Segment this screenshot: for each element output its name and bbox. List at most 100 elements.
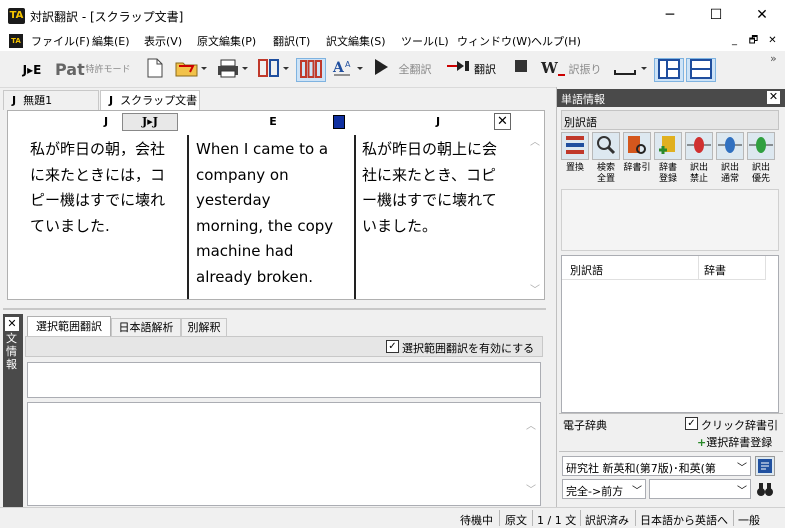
two-column-icon[interactable] <box>256 58 292 82</box>
three-column-icon[interactable] <box>296 58 326 82</box>
tab-untitled[interactable]: J 無題1 <box>3 90 99 110</box>
maximize-button[interactable]: ☐ <box>693 0 739 31</box>
mdi-close-button[interactable]: ✕ <box>764 34 781 48</box>
search-replace-label: 検索 全置 <box>596 163 615 184</box>
divider <box>559 451 783 452</box>
doc-icon[interactable]: TA <box>9 34 23 48</box>
english-text-cell[interactable]: When I came to a company on yesterday mo… <box>196 137 333 290</box>
source-column-header: J <box>103 115 109 128</box>
source-text-cell[interactable]: 私が昨日の朝，会社 に来たときには，コ ピー機はすでに壊れ ていました. <box>30 137 165 239</box>
horizontal-splitter[interactable] <box>3 308 546 310</box>
menu-view[interactable]: 表示(V) <box>144 33 182 49</box>
menu-tools[interactable]: ツール(L) <box>401 33 449 49</box>
back-translation-cell[interactable]: 私が昨日の朝上に会 社に来たとき、コピ ー機はすでに壊れて いました。 <box>362 137 497 239</box>
chevron-down-icon: ﹀ <box>632 486 642 497</box>
dictionary-column-header[interactable]: 辞書 <box>704 262 726 278</box>
close-word-panel-icon[interactable]: ✕ <box>767 91 780 104</box>
close-panel-icon[interactable]: ✕ <box>5 317 19 331</box>
menu-file[interactable]: ファイル(F) <box>31 33 90 49</box>
chevron-down-icon: ﹀ <box>737 463 747 474</box>
patent-icon[interactable]: Pat <box>55 58 85 82</box>
svg-text:A: A <box>332 60 345 76</box>
stop-icon[interactable] <box>511 58 531 82</box>
click-lookup-label: クリック辞書引 <box>701 419 778 432</box>
alt-words-header: 別訳語 <box>561 110 779 130</box>
alt-words-list[interactable]: 別訳語 辞書 <box>561 255 779 413</box>
menu-bar: TA ファイル(F) 編集(E) 表示(V) 原文編集(P) 翻訳(T) 訳文編… <box>0 31 785 51</box>
bookmark-icon[interactable] <box>333 115 345 129</box>
menu-window[interactable]: ウィンドウ(W) <box>457 33 531 49</box>
enable-selection-checkbox[interactable]: ✓ <box>386 340 399 353</box>
patent-mode-button[interactable]: 特許モード <box>83 58 133 82</box>
document-scrollbar[interactable]: ︿ ﹀ <box>526 131 544 299</box>
replace-label: 置換 <box>565 163 584 173</box>
mdi-restore-button[interactable]: 🗗 <box>745 34 762 48</box>
edict-search-input[interactable]: ﹀ <box>649 479 751 499</box>
search-replace-icon[interactable] <box>592 132 620 160</box>
toolbar: J▸E Pat 特許モード AA 全翻訳 翻訳 W 訳振り » <box>0 52 785 88</box>
new-document-icon[interactable] <box>144 58 166 82</box>
binoculars-icon[interactable] <box>755 479 775 499</box>
dictionary-lookup-label: 辞書引 <box>623 163 651 173</box>
tab-alt-interpretation[interactable]: 別解釈 <box>181 318 227 336</box>
tab-japanese-analysis[interactable]: 日本語解析 <box>111 318 181 336</box>
title-bar: TA 対訳翻訳 - [スクラップ文書] ─ ☐ ✕ <box>0 0 785 31</box>
reword-icon[interactable]: W <box>540 58 566 82</box>
tab-selection-translate[interactable]: 選択範囲翻訳 <box>27 316 111 336</box>
open-folder-icon[interactable] <box>174 58 208 82</box>
menu-translate[interactable]: 翻訳(T) <box>273 33 310 49</box>
close-button[interactable]: ✕ <box>739 0 785 31</box>
status-view: 原文 <box>505 514 527 527</box>
jj-toggle-button[interactable]: J▸J <box>122 113 178 131</box>
translate-icon[interactable] <box>445 58 471 82</box>
priority-pin-icon[interactable] <box>747 132 775 160</box>
print-icon[interactable] <box>215 58 251 82</box>
dictionary-settings-icon[interactable] <box>755 456 775 476</box>
selection-source-field[interactable] <box>27 362 541 398</box>
split-horizontal-icon[interactable] <box>686 58 716 82</box>
status-separator <box>733 510 734 526</box>
app-icon: TA <box>8 8 25 24</box>
forbid-pin-icon[interactable] <box>685 132 713 160</box>
alt-word-column-header[interactable]: 別訳語 <box>570 262 603 278</box>
tab-label: スクラップ文書 <box>120 94 198 107</box>
dictionary-register-icon[interactable] <box>654 132 682 160</box>
menu-help[interactable]: ヘルプ(H) <box>531 33 581 49</box>
mdi-minimize-button[interactable]: _ <box>726 34 743 48</box>
dictionary-select[interactable]: 研究社 新英和(第7版)･和英(第 ﹀ <box>562 456 751 476</box>
minimize-button[interactable]: ─ <box>647 0 693 31</box>
click-lookup-checkbox[interactable]: ✓ <box>685 417 698 430</box>
menu-translation-edit[interactable]: 訳文編集(S) <box>326 33 386 49</box>
close-column-icon[interactable]: ✕ <box>494 113 511 130</box>
dictionary-lookup-icon[interactable] <box>623 132 651 160</box>
play-icon[interactable] <box>370 58 392 82</box>
match-mode-select[interactable]: 完全->前方 ﹀ <box>562 479 646 499</box>
normal-pin-icon[interactable] <box>716 132 744 160</box>
reword-button[interactable]: 訳振り <box>567 58 603 82</box>
toolbar-overflow-button[interactable]: » <box>770 52 777 65</box>
scroll-up-icon[interactable]: ︿ <box>526 417 536 432</box>
register-selection-button[interactable]: +選択辞書登録 <box>697 434 772 450</box>
direction-je-button[interactable]: J▸E <box>14 58 50 82</box>
replace-icon[interactable] <box>561 132 589 160</box>
font-size-icon[interactable]: AA <box>330 58 366 82</box>
scroll-down-icon[interactable]: ﹀ <box>526 481 536 496</box>
translate-button[interactable]: 翻訳 <box>471 58 499 82</box>
line-style-icon[interactable] <box>612 58 650 82</box>
status-separator <box>580 510 581 526</box>
enable-selection-label: 選択範囲翻訳を有効にする <box>402 342 535 355</box>
status-sentence-count: 1 / 1 文 <box>537 514 577 527</box>
full-translate-button[interactable]: 全翻訳 <box>394 58 436 82</box>
svg-text:A: A <box>345 60 351 69</box>
split-vertical-icon[interactable] <box>654 58 684 82</box>
menu-edit[interactable]: 編集(E) <box>92 33 130 49</box>
menu-source-edit[interactable]: 原文編集(P) <box>197 33 256 49</box>
scroll-up-icon[interactable]: ︿ <box>530 133 540 148</box>
tab-scrap-document[interactable]: J スクラップ文書 <box>100 90 200 110</box>
forbid-label: 訳出 禁止 <box>689 163 708 184</box>
status-separator <box>499 510 500 526</box>
scroll-down-icon[interactable]: ﹀ <box>530 281 540 296</box>
column-divider <box>187 135 189 299</box>
selection-result-field[interactable]: ︿ ﹀ <box>27 402 541 506</box>
word-info-title: 単語情報 <box>561 93 605 106</box>
